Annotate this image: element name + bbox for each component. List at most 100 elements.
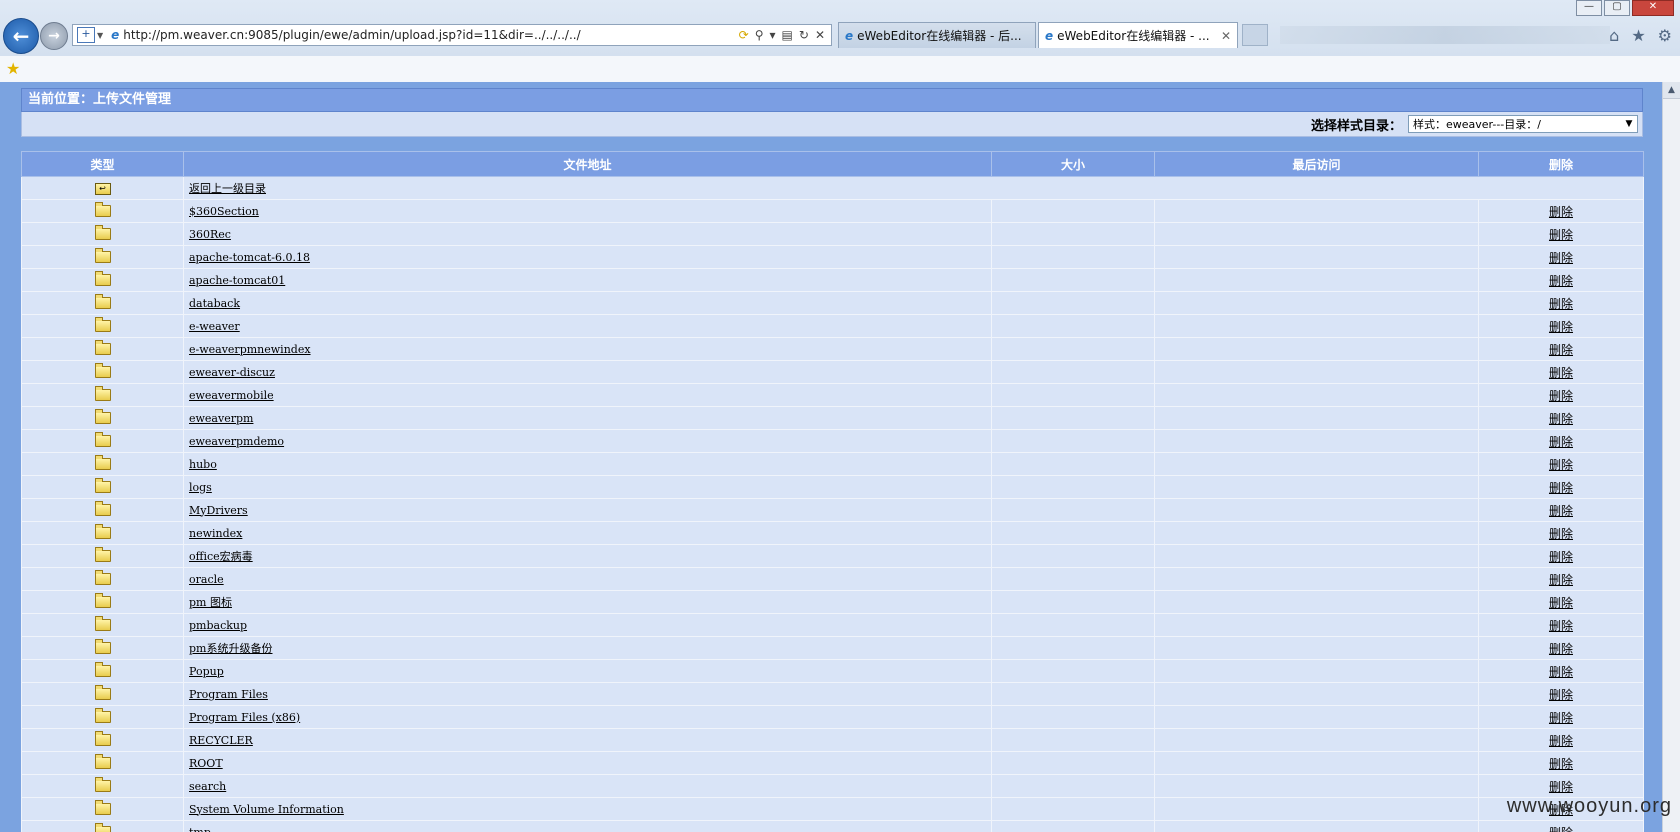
delete-link[interactable]: 删除 [1549,274,1573,288]
delete-link[interactable]: 删除 [1549,320,1573,334]
refresh-icon[interactable]: ↻ [799,28,809,42]
folder-link[interactable]: databack [189,297,240,310]
folder-link[interactable]: pm系统升级备份 [189,642,272,655]
delete-link[interactable]: 删除 [1549,205,1573,219]
parent-dir-link[interactable]: 返回上一级目录 [189,182,266,195]
delete-link[interactable]: 删除 [1549,688,1573,702]
delete-link[interactable]: 删除 [1549,665,1573,679]
delete-link[interactable]: 删除 [1549,435,1573,449]
style-dir-select[interactable]: 样式：eweaver---目录：/ ▼ [1408,115,1638,133]
folder-link[interactable]: Program Files [189,688,268,701]
delete-link[interactable]: 删除 [1549,642,1573,656]
home-icon[interactable]: ⌂ [1609,26,1619,45]
delete-link[interactable]: 删除 [1549,780,1573,794]
folder-link[interactable]: apache-tomcat01 [189,274,285,287]
delete-link[interactable]: 删除 [1549,826,1573,832]
folder-link[interactable]: newindex [189,527,242,540]
forward-button[interactable]: → [40,22,68,50]
folder-icon [94,293,111,309]
tab-editor-backend[interactable]: e eWebEditor在线编辑器 - 后... [838,22,1036,48]
gear-icon[interactable]: ⚙ [1658,26,1672,45]
delete-link[interactable]: 删除 [1549,619,1573,633]
folder-link[interactable]: e-weaverpmnewindex [189,343,311,356]
favorites-star-icon[interactable]: ★ [1631,26,1645,45]
close-window-button[interactable]: ✕ [1632,0,1674,16]
folder-link[interactable]: Program Files (x86) [189,711,300,724]
delete-link[interactable]: 删除 [1549,481,1573,495]
browser-chrome: — ▢ ✕ ← → + ▼ e http://pm.weaver.cn:9085… [0,0,1680,83]
folder-link[interactable]: pmbackup [189,619,247,632]
delete-link[interactable]: 删除 [1549,458,1573,472]
tab-editor-active[interactable]: e eWebEditor在线编辑器 - ... ✕ [1038,22,1238,48]
folder-icon [94,339,111,355]
folder-link[interactable]: 360Rec [189,228,231,241]
delete-link[interactable]: 删除 [1549,412,1573,426]
compatibility-view-icon[interactable]: ⟳ [739,28,749,42]
address-bar[interactable]: + ▼ e http://pm.weaver.cn:9085/plugin/ew… [72,24,832,46]
minimize-button[interactable]: — [1576,0,1602,16]
delete-link[interactable]: 删除 [1549,757,1573,771]
delete-link[interactable]: 删除 [1549,343,1573,357]
delete-link[interactable]: 删除 [1549,297,1573,311]
folder-link[interactable]: eweaverpmdemo [189,435,284,448]
folder-link[interactable]: eweavermobile [189,389,274,402]
folder-link[interactable]: System Volume Information [189,803,344,816]
last-access-cell [1154,682,1479,706]
table-header-row: 类型 文件地址 大小 最后访问 删除 [21,151,1644,177]
delete-link[interactable]: 删除 [1549,366,1573,380]
folder-icon [94,224,111,240]
folder-link[interactable]: $360Section [189,205,259,218]
delete-link[interactable]: 删除 [1549,389,1573,403]
delete-link[interactable]: 删除 [1549,711,1573,725]
add-favorite-icon[interactable]: ★ [6,59,20,78]
delete-link[interactable]: 删除 [1549,504,1573,518]
chevron-down-icon[interactable]: ▼ [97,31,103,40]
delete-link[interactable]: 删除 [1549,527,1573,541]
folder-link[interactable]: RECYCLER [189,734,253,747]
folder-link[interactable]: search [189,780,226,793]
folder-link[interactable]: office宏病毒 [189,550,253,563]
table-row: pmbackup 删除 [21,613,1644,637]
folder-link[interactable]: apache-tomcat-6.0.18 [189,251,310,264]
stop-icon[interactable]: ✕ [815,28,825,42]
folder-link[interactable]: oracle [189,573,224,586]
folder-link[interactable]: pm 图标 [189,596,232,609]
table-row: $360Section 删除 [21,199,1644,223]
add-icon[interactable]: + [77,27,95,43]
folder-link[interactable]: eweaverpm [189,412,253,425]
ie-page-icon: e [111,28,120,42]
last-access-cell [1154,360,1479,384]
scroll-up-icon[interactable]: ▲ [1663,82,1680,99]
size-cell [991,291,1155,315]
close-tab-icon[interactable]: ✕ [1221,29,1231,43]
folder-link[interactable]: logs [189,481,212,494]
maximize-button[interactable]: ▢ [1604,0,1630,16]
folder-link[interactable]: eweaver-discuz [189,366,275,379]
size-cell [991,406,1155,430]
vertical-scrollbar[interactable]: ▲ [1662,82,1680,832]
delete-link[interactable]: 删除 [1549,734,1573,748]
folder-link[interactable]: tmp [189,826,211,832]
delete-link[interactable]: 删除 [1549,596,1573,610]
table-row: MyDrivers 删除 [21,498,1644,522]
folder-link[interactable]: Popup [189,665,224,678]
delete-link[interactable]: 删除 [1549,251,1573,265]
folder-link[interactable]: e-weaver [189,320,240,333]
delete-link[interactable]: 删除 [1549,573,1573,587]
delete-link[interactable]: 删除 [1549,550,1573,564]
url-text[interactable]: http://pm.weaver.cn:9085/plugin/ewe/admi… [123,28,738,42]
search-dropdown-icon[interactable]: ▾ [770,28,776,42]
new-tab-button[interactable] [1242,24,1268,46]
size-cell [991,429,1155,453]
search-icon[interactable]: ⚲ [755,28,764,42]
folder-icon [94,201,111,217]
chevron-down-icon[interactable]: ▼ [1621,119,1637,129]
folder-link[interactable]: hubo [189,458,217,471]
delete-link[interactable]: 删除 [1549,228,1573,242]
rss-icon[interactable]: ▤ [782,28,793,42]
folder-link[interactable]: ROOT [189,757,223,770]
folder-link[interactable]: MyDrivers [189,504,248,517]
last-access-cell [1154,774,1479,798]
page-content: 当前位置：上传文件管理 选择样式目录： 样式：eweaver---目录：/ ▼ … [0,82,1680,832]
back-button[interactable]: ← [3,18,39,54]
